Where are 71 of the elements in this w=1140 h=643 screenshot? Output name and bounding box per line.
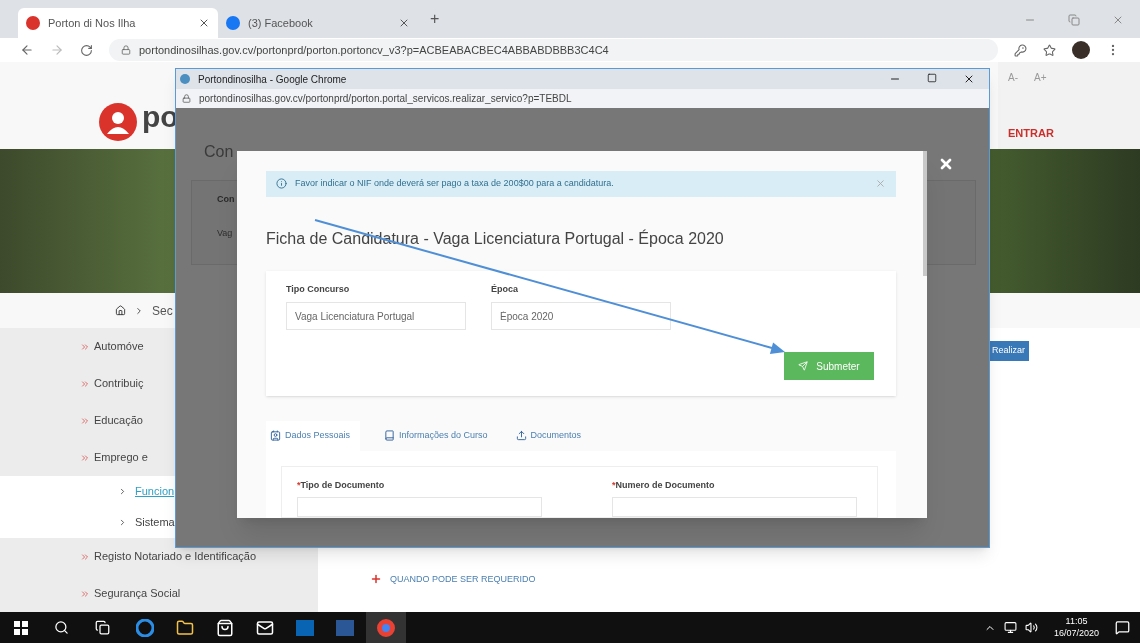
- key-icon[interactable]: [1014, 43, 1027, 57]
- alert-text: Favor indicar o NIF onde deverá ser pago a taxa de 200$00 para a candidatura.: [295, 177, 614, 191]
- maximize-icon[interactable]: [927, 73, 937, 83]
- close-icon[interactable]: [963, 73, 975, 85]
- page-heading: Con: [204, 142, 235, 162]
- task-view-icon[interactable]: [95, 620, 110, 635]
- close-icon[interactable]: [198, 17, 210, 29]
- chevron-icon: [118, 518, 127, 527]
- logo-icon: [98, 102, 138, 142]
- network-icon[interactable]: [1003, 621, 1017, 634]
- new-tab-button[interactable]: +: [430, 7, 440, 31]
- double-chevron-icon: [80, 341, 90, 352]
- reload-icon[interactable]: [80, 43, 93, 57]
- lock-icon: [121, 45, 131, 55]
- form-tab[interactable]: Dados Pessoais: [266, 420, 361, 451]
- tab-title: (3) Facebook: [248, 15, 314, 31]
- home-icon[interactable]: [115, 305, 126, 317]
- address-field[interactable]: portondinosilhas.gov.cv/portonprd/porton.portoncv_v3?p=ACBEABACBEC4ABBABDBBB3C4C4: [109, 39, 998, 61]
- url-text: portondinosilhas.gov.cv/portonprd/porton.portal_servicos.realizar_servico?p=TEBDL: [199, 92, 572, 106]
- breadcrumb-link[interactable]: Sec: [152, 301, 173, 320]
- mail-icon[interactable]: [256, 618, 274, 637]
- url-text: portondinosilhas.gov.cv/portonprd/porton.portoncv_v3?p=ACBEABACBEC4ABBABDBBB3C4C4: [139, 42, 609, 58]
- plus-icon: [370, 573, 382, 586]
- windows-logo-icon[interactable]: [14, 620, 28, 635]
- realizar-button[interactable]: Realizar: [988, 341, 1029, 361]
- lock-icon: [182, 94, 191, 103]
- field-label: Época: [491, 282, 519, 296]
- form-tab[interactable]: Documentos: [511, 420, 586, 451]
- double-chevron-icon: [80, 415, 90, 426]
- notification-icon[interactable]: [1115, 620, 1130, 635]
- expandable-section[interactable]: QUANDO PODE SER REQUERIDO: [318, 572, 1140, 612]
- search-icon[interactable]: [54, 620, 69, 635]
- send-icon: [798, 361, 809, 372]
- star-icon[interactable]: [1043, 43, 1056, 57]
- input-field[interactable]: Época 2020: [491, 302, 671, 331]
- site-icon: [226, 16, 240, 30]
- book-icon: [384, 430, 396, 441]
- upload-icon: [515, 430, 527, 441]
- browser-taskbar-button[interactable]: [366, 612, 406, 643]
- double-chevron-icon: [80, 551, 90, 562]
- tab-title: Porton di Nos Ilha: [48, 15, 137, 31]
- folder-icon[interactable]: [176, 618, 194, 637]
- avatar-icon[interactable]: [1072, 41, 1090, 59]
- login-link[interactable]: ENTRAR: [1008, 124, 1140, 142]
- menu-item[interactable]: Segurança Social: [0, 575, 318, 612]
- double-chevron-icon: [80, 588, 90, 599]
- input-field[interactable]: [612, 497, 857, 517]
- site-icon: [180, 74, 190, 84]
- volume-icon[interactable]: [1024, 621, 1038, 634]
- input-field[interactable]: [297, 497, 542, 517]
- browser-icon[interactable]: [136, 618, 154, 637]
- double-chevron-icon: [80, 452, 90, 463]
- form-tab[interactable]: Informações do Curso: [380, 420, 492, 451]
- window-title: Portondinosilha - Google Chrome: [198, 72, 347, 87]
- shopping-bag-icon[interactable]: [216, 618, 234, 637]
- clock-date: 16/07/2020: [1053, 627, 1099, 639]
- field-label: *Numero de Documento: [612, 478, 716, 492]
- clock-time: 11:05: [1065, 616, 1088, 628]
- double-chevron-icon: [80, 378, 90, 389]
- info-icon: [276, 178, 287, 190]
- chevron-icon: [134, 305, 144, 316]
- field-label: Tipo Concurso: [286, 282, 351, 296]
- chevron-icon: [118, 487, 127, 496]
- close-icon[interactable]: [398, 17, 410, 29]
- input-field[interactable]: Vaga Licenciatura Portugal: [286, 302, 466, 331]
- table-cell: Vag: [217, 226, 233, 240]
- table-header: Con: [217, 193, 235, 206]
- site-icon: [26, 16, 40, 30]
- person-icon: [270, 430, 281, 441]
- browser-tab[interactable]: Porton di Nos Ilha: [18, 8, 218, 38]
- back-icon[interactable]: [20, 43, 34, 57]
